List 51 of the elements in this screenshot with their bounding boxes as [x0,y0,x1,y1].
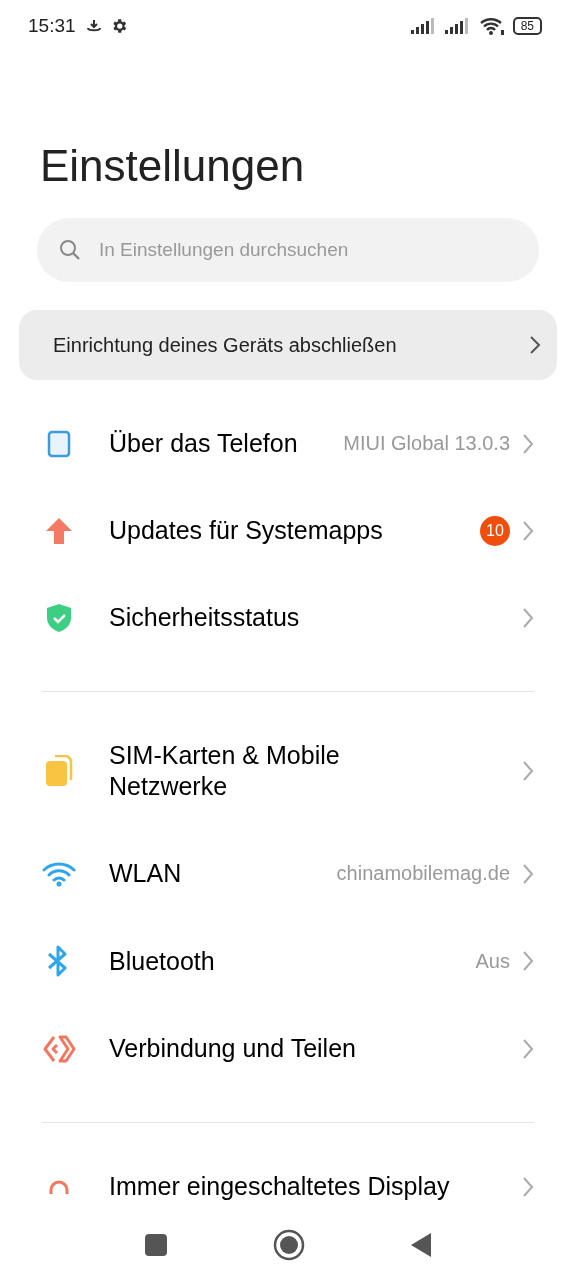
item-value: Aus [475,949,510,973]
chevron-icon [522,606,534,629]
display-icon [49,1179,69,1194]
download-icon [85,19,102,33]
item-label: Über das Telefon [109,428,298,459]
settings-item[interactable]: Immer eingeschaltetes Display [0,1143,576,1210]
item-label: Immer eingeschaltetes Display [109,1171,450,1202]
count-badge: 10 [480,515,510,546]
back-button[interactable] [410,1232,432,1258]
settings-item[interactable]: Über das Telefon MIUI Global 13.0.3 [0,400,576,487]
chevron-icon [522,862,534,885]
sim-cards-icon [45,755,73,787]
setup-label: Einrichtung deines Geräts abschließen [53,333,398,357]
battery-indicator: 85 [512,17,542,35]
signal-icon [444,18,471,34]
chevron-icon [522,432,534,455]
chevron-icon [529,335,541,355]
settings-item[interactable]: Bluetooth Aus [0,917,576,1005]
page-title: Einstellungen [40,140,306,192]
chevron-icon [522,1037,534,1060]
status-time: 15:31 [28,15,76,37]
wifi-icon [478,17,505,35]
chevron-icon [522,760,534,782]
search-bar[interactable]: In Einstellungen durchsuchen [37,218,539,282]
shield-check-icon [46,602,72,633]
settings-item[interactable]: Updates für Systemapps 10 [0,487,576,574]
chevron-icon [522,519,534,542]
signal-icon [410,18,437,34]
item-label: Bluetooth [109,945,215,977]
share-icon [42,1033,76,1064]
item-label: Verbindung und Teilen [109,1033,356,1064]
settings-item[interactable]: Sicherheitsstatus [0,574,576,661]
home-button[interactable] [273,1229,305,1261]
settings-item[interactable]: Verbindung und Teilen [0,1005,576,1092]
wifi-icon [42,860,76,887]
item-label: Sicherheitsstatus [109,602,300,633]
recents-button[interactable] [144,1233,168,1257]
chevron-icon [522,1175,534,1198]
search-icon [59,239,81,261]
item-value: chinamobilemag.de [336,862,510,885]
phone-icon [47,429,71,458]
up-arrow-icon [45,516,73,545]
item-label: SIM-Karten & Mobile Netzwerke [109,740,341,802]
chevron-icon [522,950,534,972]
setup-card[interactable]: Einrichtung deines Geräts abschließen [19,310,557,380]
item-label: WLAN [109,858,182,889]
settings-item[interactable]: SIM-Karten & Mobile Netzwerke [0,712,576,830]
settings-item[interactable]: WLAN chinamobilemag.de [0,830,576,917]
search-field[interactable]: In Einstellungen durchsuchen [97,238,517,262]
item-value: MIUI Global 13.0.3 [343,432,510,455]
item-label: Updates für Systemapps [109,515,383,546]
